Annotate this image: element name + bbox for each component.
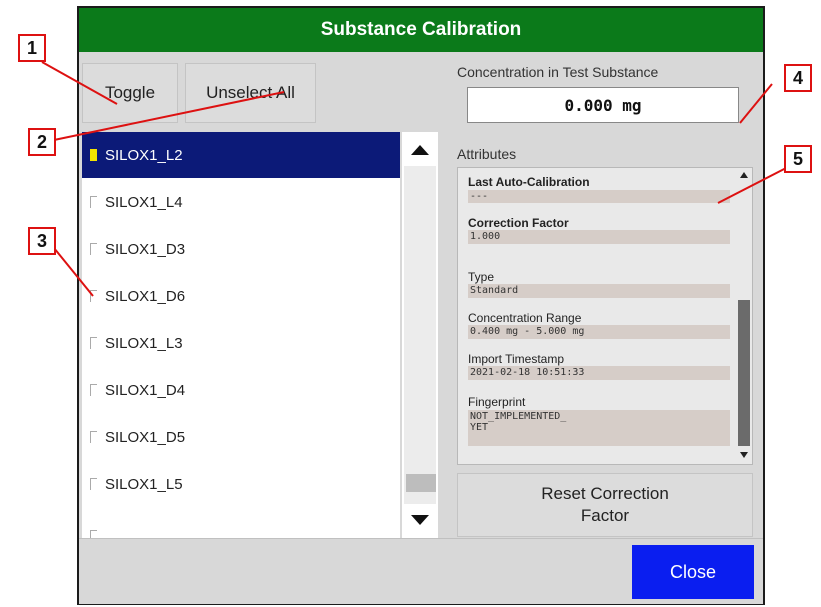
substance-calibration-dialog: Substance Calibration Toggle Unselect Al…: [77, 6, 765, 605]
correction-factor-value: 1.000: [468, 230, 730, 244]
unselect-all-button[interactable]: Unselect All: [185, 63, 316, 123]
scroll-track[interactable]: [404, 166, 436, 504]
details-pane: Concentration in Test Substance 0.000 mg…: [449, 52, 759, 538]
last-auto-calibration-label: Last Auto-Calibration: [468, 175, 590, 189]
callout-badge-1: 1: [18, 34, 46, 62]
dialog-title: Substance Calibration: [79, 8, 763, 52]
checkbox[interactable]: [90, 290, 97, 302]
reset-correction-factor-button[interactable]: Reset Correction Factor: [457, 473, 753, 537]
arrow-up-icon: [411, 145, 429, 155]
reset-button-line: Reset Correction: [541, 484, 669, 503]
list-item-label: SILOX1_D5: [105, 428, 186, 446]
attributes-title: Attributes: [457, 146, 517, 162]
arrow-up-icon[interactable]: [740, 172, 748, 178]
list-item-label: SILOX1_L4: [105, 193, 183, 211]
list-item[interactable]: SILOX1_L2: [82, 132, 400, 178]
list-item[interactable]: SILOX1_D6: [82, 273, 400, 319]
list-scrollbar[interactable]: [402, 132, 438, 538]
callout-badge-4: 4: [784, 64, 812, 92]
checkbox[interactable]: [90, 243, 97, 255]
checkbox[interactable]: [90, 196, 97, 208]
arrow-down-icon: [411, 515, 429, 525]
checkbox-checked[interactable]: [90, 149, 97, 161]
checkbox[interactable]: [90, 530, 97, 538]
toggle-button[interactable]: Toggle: [82, 63, 178, 123]
concentration-range-value: 0.400 mg - 5.000 mg: [468, 325, 730, 339]
list-item[interactable]: SILOX1_D5: [82, 414, 400, 460]
list-item-label: SILOX1_D4: [105, 381, 186, 399]
list-item-partial[interactable]: [82, 516, 400, 538]
attributes-scrollbar[interactable]: [736, 168, 752, 464]
checkbox[interactable]: [90, 337, 97, 349]
fingerprint-value-line: NOT_IMPLEMENTED_: [470, 411, 567, 422]
attributes-scroll-thumb[interactable]: [738, 300, 750, 446]
scroll-up-button[interactable]: [402, 134, 438, 166]
list-item[interactable]: SILOX1_L4: [82, 179, 400, 225]
scroll-thumb[interactable]: [406, 474, 436, 492]
checkbox[interactable]: [90, 478, 97, 490]
last-auto-calibration-value: ---: [468, 190, 730, 203]
import-timestamp-label: Import Timestamp: [468, 352, 565, 366]
list-item[interactable]: SILOX1_D3: [82, 226, 400, 272]
concentration-field[interactable]: 0.000 mg: [467, 87, 739, 123]
import-timestamp-value: 2021-02-18 10:51:33: [468, 366, 730, 380]
list-item[interactable]: SILOX1_D4: [82, 367, 400, 413]
substance-list-pane: Toggle Unselect All SILOX1_L2 SILOX1_L4 …: [79, 52, 443, 538]
list-item-label: SILOX1_D3: [105, 240, 186, 258]
scroll-down-button[interactable]: [402, 504, 438, 536]
callout-badge-3: 3: [28, 227, 56, 255]
fingerprint-value: NOT_IMPLEMENTED_ YET: [468, 410, 730, 446]
correction-factor-label: Correction Factor: [468, 216, 569, 230]
checkbox[interactable]: [90, 431, 97, 443]
list-item[interactable]: SILOX1_L5: [82, 461, 400, 507]
concentration-range-label: Concentration Range: [468, 311, 582, 325]
checkbox[interactable]: [90, 384, 97, 396]
callout-badge-5: 5: [784, 145, 812, 173]
list-item-label: SILOX1_L2: [105, 146, 183, 164]
close-button[interactable]: Close: [632, 545, 754, 599]
concentration-label: Concentration in Test Substance: [457, 64, 659, 80]
fingerprint-value-line: YET: [470, 422, 489, 433]
fingerprint-label: Fingerprint: [468, 395, 526, 409]
list-item[interactable]: SILOX1_L3: [82, 320, 400, 366]
attributes-panel[interactable]: Last Auto-Calibration --- Correction Fac…: [457, 167, 753, 465]
substance-list[interactable]: SILOX1_L2 SILOX1_L4 SILOX1_D3 SILOX1_D6 …: [82, 132, 400, 538]
list-item-label: SILOX1_L3: [105, 334, 183, 352]
arrow-down-icon[interactable]: [740, 452, 748, 458]
type-value: Standard: [468, 284, 730, 298]
callout-badge-2: 2: [28, 128, 56, 156]
dialog-footer: Close: [79, 538, 763, 604]
reset-button-line: Factor: [580, 506, 630, 525]
list-item-label: SILOX1_L5: [105, 475, 183, 493]
type-label: Type: [468, 270, 495, 284]
list-item-label: SILOX1_D6: [105, 287, 186, 305]
